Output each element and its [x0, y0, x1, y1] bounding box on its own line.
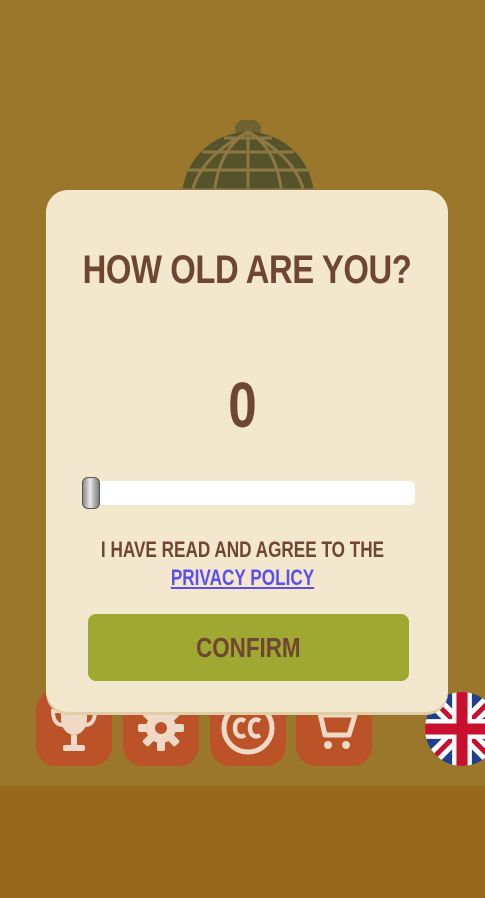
age-slider[interactable] [86, 481, 415, 505]
confirm-label: CONFIRM [196, 631, 301, 663]
agree-text: I HAVE READ AND AGREE TO THE [100, 537, 385, 562]
slider-handle[interactable] [82, 477, 100, 509]
privacy-policy-link[interactable]: PRIVACY POLICY [53, 565, 431, 591]
bottom-ground [0, 786, 485, 898]
dialog-title: HOW OLD ARE YOU? [82, 248, 412, 292]
confirm-button[interactable]: CONFIRM [88, 614, 409, 681]
age-value: 0 [228, 369, 257, 441]
